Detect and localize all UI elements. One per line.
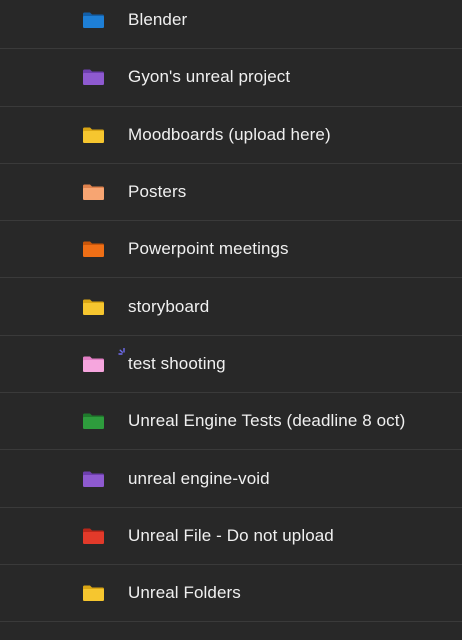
- folder-row[interactable]: test shooting: [0, 336, 462, 394]
- folder-row[interactable]: Unreal Folders: [0, 565, 462, 623]
- folder-name: Unreal Folders: [128, 583, 241, 603]
- folder-icon: [82, 298, 105, 316]
- folder-icon: [82, 584, 105, 602]
- folder-row[interactable]: Powerpoint meetings: [0, 221, 462, 279]
- folder-row[interactable]: Gyon's unreal project: [0, 49, 462, 107]
- folder-name: Posters: [128, 182, 187, 202]
- folder-name: unreal engine-void: [128, 468, 270, 488]
- folder-icon: [82, 68, 105, 86]
- folder-icon: [82, 527, 105, 545]
- folder-name: Gyon's unreal project: [128, 67, 291, 87]
- folder-name: Powerpoint meetings: [128, 239, 289, 259]
- folder-icon: [82, 183, 105, 201]
- folder-name: Unreal File - Do not upload: [128, 525, 334, 545]
- folder-row[interactable]: unreal engine-void: [0, 450, 462, 508]
- folder-name: test shooting: [128, 353, 226, 373]
- folder-row[interactable]: Unreal File - Do not upload: [0, 508, 462, 565]
- folder-icon: [82, 240, 105, 258]
- folder-name: Moodboards (upload here): [128, 124, 331, 144]
- folder-row[interactable]: Moodboards (upload here): [0, 107, 462, 164]
- folder-row[interactable]: Blender: [0, 0, 462, 50]
- folder-name: Unreal Engine Tests (deadline 8 oct): [128, 411, 406, 431]
- folder-icon: [82, 126, 105, 144]
- folder-list: Blender Gyon's unreal project Moodboards…: [0, 0, 462, 623]
- folder-icon: [82, 355, 105, 373]
- folder-row[interactable]: storyboard: [0, 278, 462, 336]
- folder-name: Blender: [128, 10, 188, 30]
- folder-row[interactable]: Posters: [0, 164, 462, 222]
- folder-name: storyboard: [128, 296, 210, 316]
- folder-row[interactable]: Unreal Engine Tests (deadline 8 oct): [0, 393, 462, 451]
- folder-icon: [82, 470, 105, 488]
- folder-icon: [82, 412, 105, 430]
- folder-icon: [82, 11, 105, 29]
